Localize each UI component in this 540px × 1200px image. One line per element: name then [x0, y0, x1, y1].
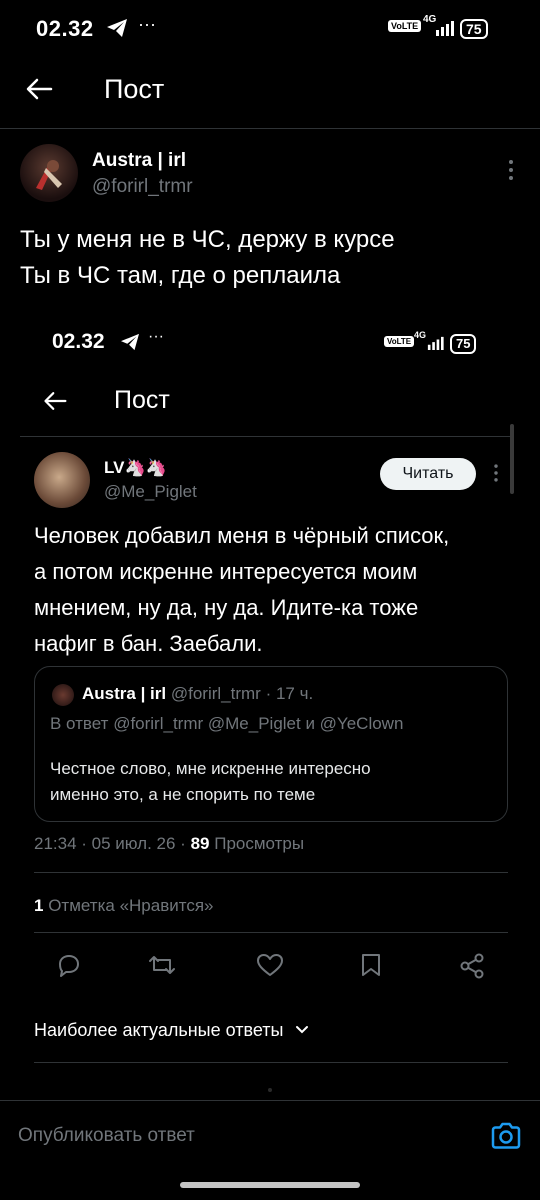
volte-icon: VoLTE	[388, 20, 422, 32]
reply-icon[interactable]	[56, 952, 82, 978]
signal-icon	[432, 20, 454, 41]
telegram-icon	[120, 333, 140, 356]
author-handle[interactable]: @Me_Piglet	[104, 482, 197, 502]
status-bar: 02.32 ··· VoLTE 4G 75	[0, 0, 540, 56]
divider	[34, 1062, 508, 1063]
battery-indicator: 75	[450, 334, 477, 354]
reply-prefix: В ответ	[50, 714, 109, 733]
divider	[34, 872, 508, 873]
battery-indicator: 75	[460, 19, 488, 39]
tweet-text: Человек добавил меня в чёрный список, а …	[34, 518, 449, 662]
quote-text-line: Честное слово, мне искренне интересно	[50, 759, 371, 778]
quote-text: Честное слово, мне искренне интересно им…	[50, 756, 371, 808]
back-arrow-icon	[26, 78, 53, 100]
bookmark-icon[interactable]	[360, 952, 382, 978]
more-options-icon[interactable]	[490, 462, 502, 489]
status-time: 02.32	[36, 16, 94, 41]
tweet-text-line: мнением, ну да, ну да. Идите-ка тоже	[34, 595, 419, 620]
quote-text-line: именно это, а не спорить по теме	[50, 785, 316, 804]
tweet-meta: 21:34 · 05 июл. 26 · 89 Просмотры	[34, 834, 304, 854]
embedded-status-time: 02.32	[52, 330, 105, 353]
more-options-icon[interactable]	[504, 158, 518, 187]
back-button[interactable]	[42, 388, 68, 419]
author-avatar[interactable]	[34, 452, 90, 508]
author-name[interactable]: LV🦄🦄	[104, 458, 167, 478]
likes-summary[interactable]: 1 Отметка «Нравится»	[34, 896, 214, 916]
back-button[interactable]	[24, 74, 54, 109]
views-label: Просмотры	[214, 834, 305, 853]
author-name[interactable]: Austra | irl	[92, 150, 186, 172]
telegram-icon	[106, 18, 128, 43]
more-notifications-icon: ···	[148, 328, 164, 345]
post-text: Ты у меня не в ЧС, держу в курсе Ты в ЧС…	[20, 222, 395, 294]
reply-composer-bar: Опубликовать ответ	[0, 1100, 540, 1172]
author-avatar[interactable]	[20, 144, 78, 202]
divider	[34, 932, 508, 933]
quote-time: · 17 ч.	[265, 684, 314, 703]
author-handle[interactable]: @forirl_trmr	[92, 176, 193, 198]
post-text-line: Ты в ЧС там, где о реплаила	[20, 262, 341, 289]
loading-dot	[268, 1088, 272, 1092]
reply-input[interactable]: Опубликовать ответ	[18, 1125, 195, 1147]
header-divider	[0, 128, 540, 129]
more-notifications-icon: ···	[138, 14, 156, 34]
retweet-icon[interactable]	[148, 952, 176, 978]
follow-button[interactable]: Читать	[380, 458, 476, 490]
quote-author-name: Austra | irl	[82, 684, 167, 703]
sort-label: Наиболее актуальные ответы	[34, 1020, 284, 1040]
post-text-line: Ты у меня не в ЧС, держу в курсе	[20, 226, 395, 253]
scrollbar[interactable]	[510, 424, 514, 494]
views-count: 89	[190, 834, 210, 853]
tweet-text-line: а потом искренне интересуется моим	[34, 559, 418, 584]
home-indicator[interactable]	[180, 1182, 360, 1188]
tweet-text-line: Человек добавил меня в чёрный список,	[34, 523, 450, 548]
like-icon[interactable]	[256, 952, 284, 978]
signal-icon	[424, 336, 444, 355]
share-icon[interactable]	[458, 952, 486, 980]
chevron-down-icon	[296, 1026, 309, 1034]
reply-to-mentions[interactable]: @forirl_trmr @Me_Piglet и @YeClown	[113, 714, 403, 733]
likes-count: 1	[34, 896, 44, 915]
volte-icon: VoLTE	[384, 336, 415, 347]
quote-reply-context: В ответ @forirl_trmr @Me_Piglet и @YeClo…	[50, 714, 403, 734]
page-title: Пост	[104, 74, 165, 104]
replies-sort-dropdown[interactable]: Наиболее актуальные ответы	[34, 1020, 310, 1041]
tweet-timestamp: 21:34 · 05 июл. 26 ·	[34, 834, 186, 853]
tweet-text-line: нафиг в бан. Заебали.	[34, 631, 263, 656]
header-divider	[20, 436, 514, 437]
likes-label: Отметка «Нравится»	[48, 896, 214, 915]
back-arrow-icon	[44, 392, 67, 410]
quote-author-handle: @forirl_trmr	[170, 684, 261, 703]
quote-header: Austra | irl @forirl_trmr · 17 ч.	[82, 684, 313, 704]
page-title: Пост	[114, 386, 170, 414]
camera-icon[interactable]	[490, 1121, 522, 1156]
quote-author-avatar	[52, 684, 74, 706]
